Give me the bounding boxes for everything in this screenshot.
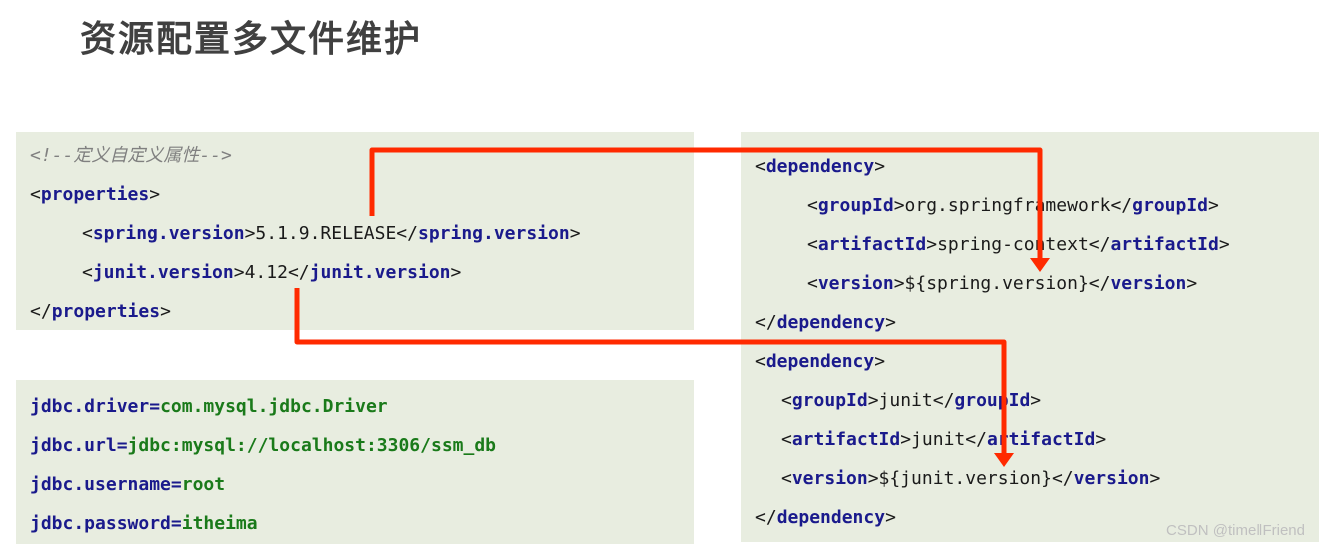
spring-version-value: 5.1.9.RELEASE xyxy=(255,223,397,244)
groupid-open-tag: groupId xyxy=(791,390,868,411)
dep2-open-tag: dependency xyxy=(765,351,875,372)
prop-key: jdbc.driver xyxy=(30,396,150,417)
dependencies-panel: <dependency> <groupId>org.springframewor… xyxy=(741,132,1319,542)
prop-line-driver: jdbc.driver=com.mysql.jdbc.Driver xyxy=(30,396,388,417)
properties-open-line: <properties> xyxy=(30,184,161,205)
artifactid-close-tag: artifactId xyxy=(986,429,1096,450)
dep2-artifactid-line: <artifactId>junit</artifactId> xyxy=(781,429,1107,450)
version-close-tag: version xyxy=(1110,273,1187,294)
dep1-close-line: </dependency> xyxy=(755,312,896,333)
junit-version-open-tag: junit.version xyxy=(92,262,234,283)
prop-line-password: jdbc.password=itheima xyxy=(30,513,258,534)
artifactid-open-tag: artifactId xyxy=(817,234,927,255)
groupid-close-tag: groupId xyxy=(1132,195,1208,216)
dep2-version-value: ${junit.version} xyxy=(878,468,1052,489)
prop-value: com.mysql.jdbc.Driver xyxy=(160,396,388,417)
prop-key: jdbc.password xyxy=(30,513,171,534)
properties-close-line: </properties> xyxy=(30,301,171,322)
comment-line: <!--定义自定义属性--> xyxy=(30,145,232,166)
prop-value: itheima xyxy=(181,513,258,534)
properties-close-tag: properties xyxy=(51,301,161,322)
dep1-open-line: <dependency> xyxy=(755,156,886,177)
dep2-artifactid-value: junit xyxy=(911,429,966,450)
prop-key: jdbc.url xyxy=(30,435,117,456)
properties-panel: <!--定义自定义属性--> <properties> <spring.vers… xyxy=(16,132,694,330)
artifactid-close-tag: artifactId xyxy=(1110,234,1219,255)
groupid-close-tag: groupId xyxy=(954,390,1031,411)
prop-value: jdbc:mysql://localhost:3306/ssm_db xyxy=(127,435,497,456)
prop-line-url: jdbc.url=jdbc:mysql://localhost:3306/ssm… xyxy=(30,435,497,456)
jdbc-properties-panel: jdbc.driver=com.mysql.jdbc.Driver jdbc.u… xyxy=(16,380,694,544)
dep2-groupid-value: junit xyxy=(878,390,933,411)
dep2-close-line: </dependency> xyxy=(755,507,896,528)
dep2-open-line: <dependency> xyxy=(755,351,886,372)
spring-version-open-tag: spring.version xyxy=(92,223,245,244)
dep1-open-tag: dependency xyxy=(765,156,875,177)
dep1-close-tag: dependency xyxy=(776,312,886,333)
dep1-groupid-line: <groupId>org.springframework</groupId> xyxy=(807,195,1219,216)
dep2-groupid-line: <groupId>junit</groupId> xyxy=(781,390,1042,411)
prop-key: jdbc.username xyxy=(30,474,171,495)
groupid-open-tag: groupId xyxy=(817,195,894,216)
prop-line-username: jdbc.username=root xyxy=(30,474,226,495)
version-close-tag: version xyxy=(1073,468,1150,489)
watermark: CSDN @time‖Friend xyxy=(1166,522,1305,539)
artifactid-open-tag: artifactId xyxy=(791,429,901,450)
junit-version-close-tag: junit.version xyxy=(309,262,451,283)
dep2-close-tag: dependency xyxy=(776,507,886,528)
dep1-groupid-value: org.springframework xyxy=(904,195,1111,216)
dep1-version-line: <version>${spring.version}</version> xyxy=(807,273,1198,294)
junit-version-value: 4.12 xyxy=(244,262,288,283)
version-open-tag: version xyxy=(791,468,868,489)
page-title: 资源配置多文件维护 xyxy=(80,19,423,60)
version-open-tag: version xyxy=(817,273,894,294)
spring-version-line: <spring.version>5.1.9.RELEASE</spring.ve… xyxy=(82,223,581,244)
junit-version-line: <junit.version>4.12</junit.version> xyxy=(82,262,462,283)
properties-open-tag: properties xyxy=(40,184,150,205)
dep1-artifactid-value: spring-context xyxy=(937,234,1089,255)
prop-value: root xyxy=(181,474,226,495)
dep1-version-value: ${spring.version} xyxy=(904,273,1089,294)
dep2-version-line: <version>${junit.version}</version> xyxy=(781,468,1161,489)
spring-version-close-tag: spring.version xyxy=(417,223,570,244)
dep1-artifactid-line: <artifactId>spring-context</artifactId> xyxy=(807,234,1230,255)
